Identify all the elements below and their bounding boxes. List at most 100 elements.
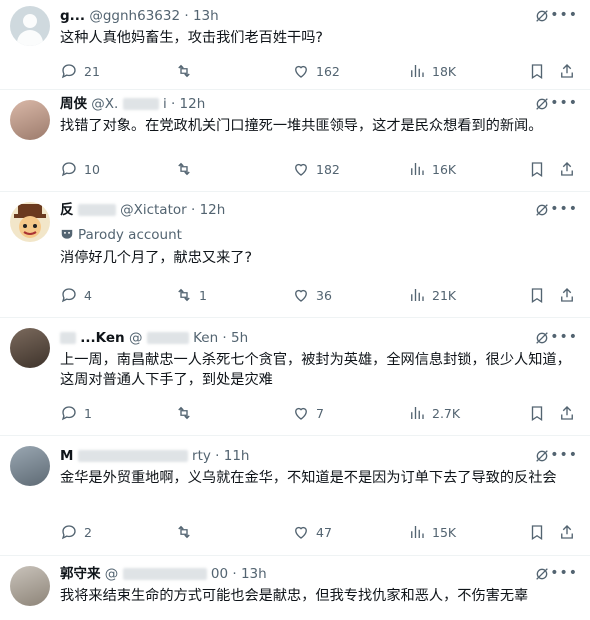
share-button[interactable] xyxy=(558,159,576,179)
post-time[interactable]: i · 12h xyxy=(163,96,205,112)
author-handle[interactable]: @ xyxy=(105,566,119,582)
post[interactable]: 郭守来 @ 00 · 13h ••• 我将来结束生命的方式可能也会是献忠，但我专… xyxy=(0,556,590,620)
heart-icon xyxy=(295,163,307,176)
bookmark-button[interactable] xyxy=(528,61,546,81)
views-button[interactable]: 18K xyxy=(408,61,456,81)
post-time[interactable]: · 12h xyxy=(191,202,225,218)
reply-button[interactable]: 1 xyxy=(60,403,92,423)
repost-button[interactable] xyxy=(175,159,199,179)
reply-icon xyxy=(61,406,76,421)
like-button[interactable]: 7 xyxy=(292,403,324,423)
post[interactable]: 周侠 @X. i · 12h ••• 找错了对象。在党政机关门口撞死一堆共匪领导… xyxy=(0,90,590,192)
views-icon xyxy=(411,526,424,538)
post-time[interactable]: Ken · 5h xyxy=(193,330,248,346)
grok-icon[interactable] xyxy=(534,8,550,24)
like-button[interactable]: 47 xyxy=(292,522,332,542)
avatar[interactable] xyxy=(10,446,50,486)
bookmark-icon xyxy=(531,525,543,541)
post-text: 这种人真他妈畜生，攻击我们老百姓干吗? xyxy=(60,30,323,46)
more-icon[interactable]: ••• xyxy=(550,330,578,344)
more-icon[interactable]: ••• xyxy=(550,96,578,110)
reply-button[interactable]: 2 xyxy=(60,522,92,542)
author-name[interactable]: 周侠 xyxy=(60,96,87,112)
repost-button[interactable] xyxy=(175,522,199,542)
like-count: 7 xyxy=(316,405,324,421)
repost-button[interactable]: 1 xyxy=(175,285,207,305)
avatar[interactable] xyxy=(10,566,50,606)
views-button[interactable]: 15K xyxy=(408,522,456,542)
reply-icon xyxy=(61,162,76,177)
more-icon[interactable]: ••• xyxy=(550,448,578,462)
like-count: 182 xyxy=(316,161,340,177)
bookmark-button[interactable] xyxy=(528,522,546,542)
views-button[interactable]: 2.7K xyxy=(408,403,460,423)
avatar[interactable] xyxy=(10,100,50,140)
author-handle[interactable]: @ xyxy=(129,330,143,346)
reply-button[interactable]: 4 xyxy=(60,285,92,305)
view-count: 15K xyxy=(432,524,457,540)
post[interactable]: M rty · 11h ••• 金华是外贸重地啊，义乌就在金华，不知道是不是因为… xyxy=(0,436,590,556)
post-actions: 1 7 2.7K xyxy=(60,403,576,423)
author-name[interactable]: 反 xyxy=(60,202,74,218)
more-icon[interactable]: ••• xyxy=(550,8,578,22)
bookmark-icon xyxy=(531,288,543,304)
post-time[interactable]: rty · 11h xyxy=(192,448,249,464)
view-count: 18K xyxy=(432,63,457,79)
bookmark-icon xyxy=(531,64,543,80)
redaction xyxy=(77,204,116,216)
heart-icon xyxy=(295,289,307,302)
more-icon[interactable]: ••• xyxy=(550,566,578,580)
view-count: 16K xyxy=(432,161,457,177)
avatar[interactable] xyxy=(10,328,50,368)
views-icon xyxy=(411,289,424,301)
avatar[interactable] xyxy=(10,6,50,46)
grok-icon[interactable] xyxy=(534,330,550,346)
post[interactable]: g... @ggnh63632 · 13h ••• 这种人真他妈畜生，攻击我们老… xyxy=(0,0,590,90)
like-button[interactable]: 182 xyxy=(292,159,340,179)
like-button[interactable]: 36 xyxy=(292,285,332,305)
author-handle[interactable]: @X. xyxy=(91,96,118,112)
grok-icon[interactable] xyxy=(534,96,550,112)
author-name[interactable]: ...Ken xyxy=(80,330,124,346)
share-icon xyxy=(561,162,573,176)
post[interactable]: ...Ken @ Ken · 5h ••• 上一周，南昌献忠一人杀死七个贪官，被… xyxy=(0,318,590,436)
post-time[interactable]: · 13h xyxy=(184,8,218,24)
reply-count: 4 xyxy=(84,287,92,303)
author-handle[interactable]: @ggnh63632 xyxy=(89,8,180,24)
grok-icon[interactable] xyxy=(534,202,550,218)
reply-count: 10 xyxy=(84,161,100,177)
post-header: g... @ggnh63632 · 13h xyxy=(60,6,580,26)
redaction xyxy=(60,332,76,344)
reply-button[interactable]: 21 xyxy=(60,61,100,81)
parody-text: Parody account xyxy=(78,227,182,243)
repost-icon xyxy=(178,525,190,539)
share-button[interactable] xyxy=(558,61,576,81)
author-name[interactable]: g... xyxy=(60,8,85,24)
repost-button[interactable] xyxy=(175,61,199,81)
avatar[interactable] xyxy=(10,202,50,242)
views-button[interactable]: 16K xyxy=(408,159,456,179)
post-text: 消停好几个月了，献忠又来了? xyxy=(60,250,252,266)
bookmark-button[interactable] xyxy=(528,159,546,179)
grok-icon[interactable] xyxy=(534,566,550,582)
post[interactable]: 反 @Xictator · 12h ••• Parody account 消停好… xyxy=(0,192,590,318)
post-time[interactable]: 00 · 13h xyxy=(211,566,267,582)
share-button[interactable] xyxy=(558,285,576,305)
author-handle[interactable]: @Xictator xyxy=(120,202,187,218)
repost-button[interactable] xyxy=(175,403,199,423)
bookmark-button[interactable] xyxy=(528,285,546,305)
share-icon xyxy=(561,406,573,420)
views-button[interactable]: 21K xyxy=(408,285,456,305)
share-button[interactable] xyxy=(558,403,576,423)
author-name[interactable]: 郭守来 xyxy=(60,566,101,582)
repost-count: 1 xyxy=(199,287,207,303)
more-icon[interactable]: ••• xyxy=(550,202,578,216)
bookmark-button[interactable] xyxy=(528,403,546,423)
views-icon xyxy=(411,65,424,77)
bookmark-icon xyxy=(531,406,543,422)
like-button[interactable]: 162 xyxy=(292,61,340,81)
share-button[interactable] xyxy=(558,522,576,542)
reply-button[interactable]: 10 xyxy=(60,159,100,179)
author-name[interactable]: M xyxy=(60,448,73,464)
grok-icon[interactable] xyxy=(534,448,550,464)
